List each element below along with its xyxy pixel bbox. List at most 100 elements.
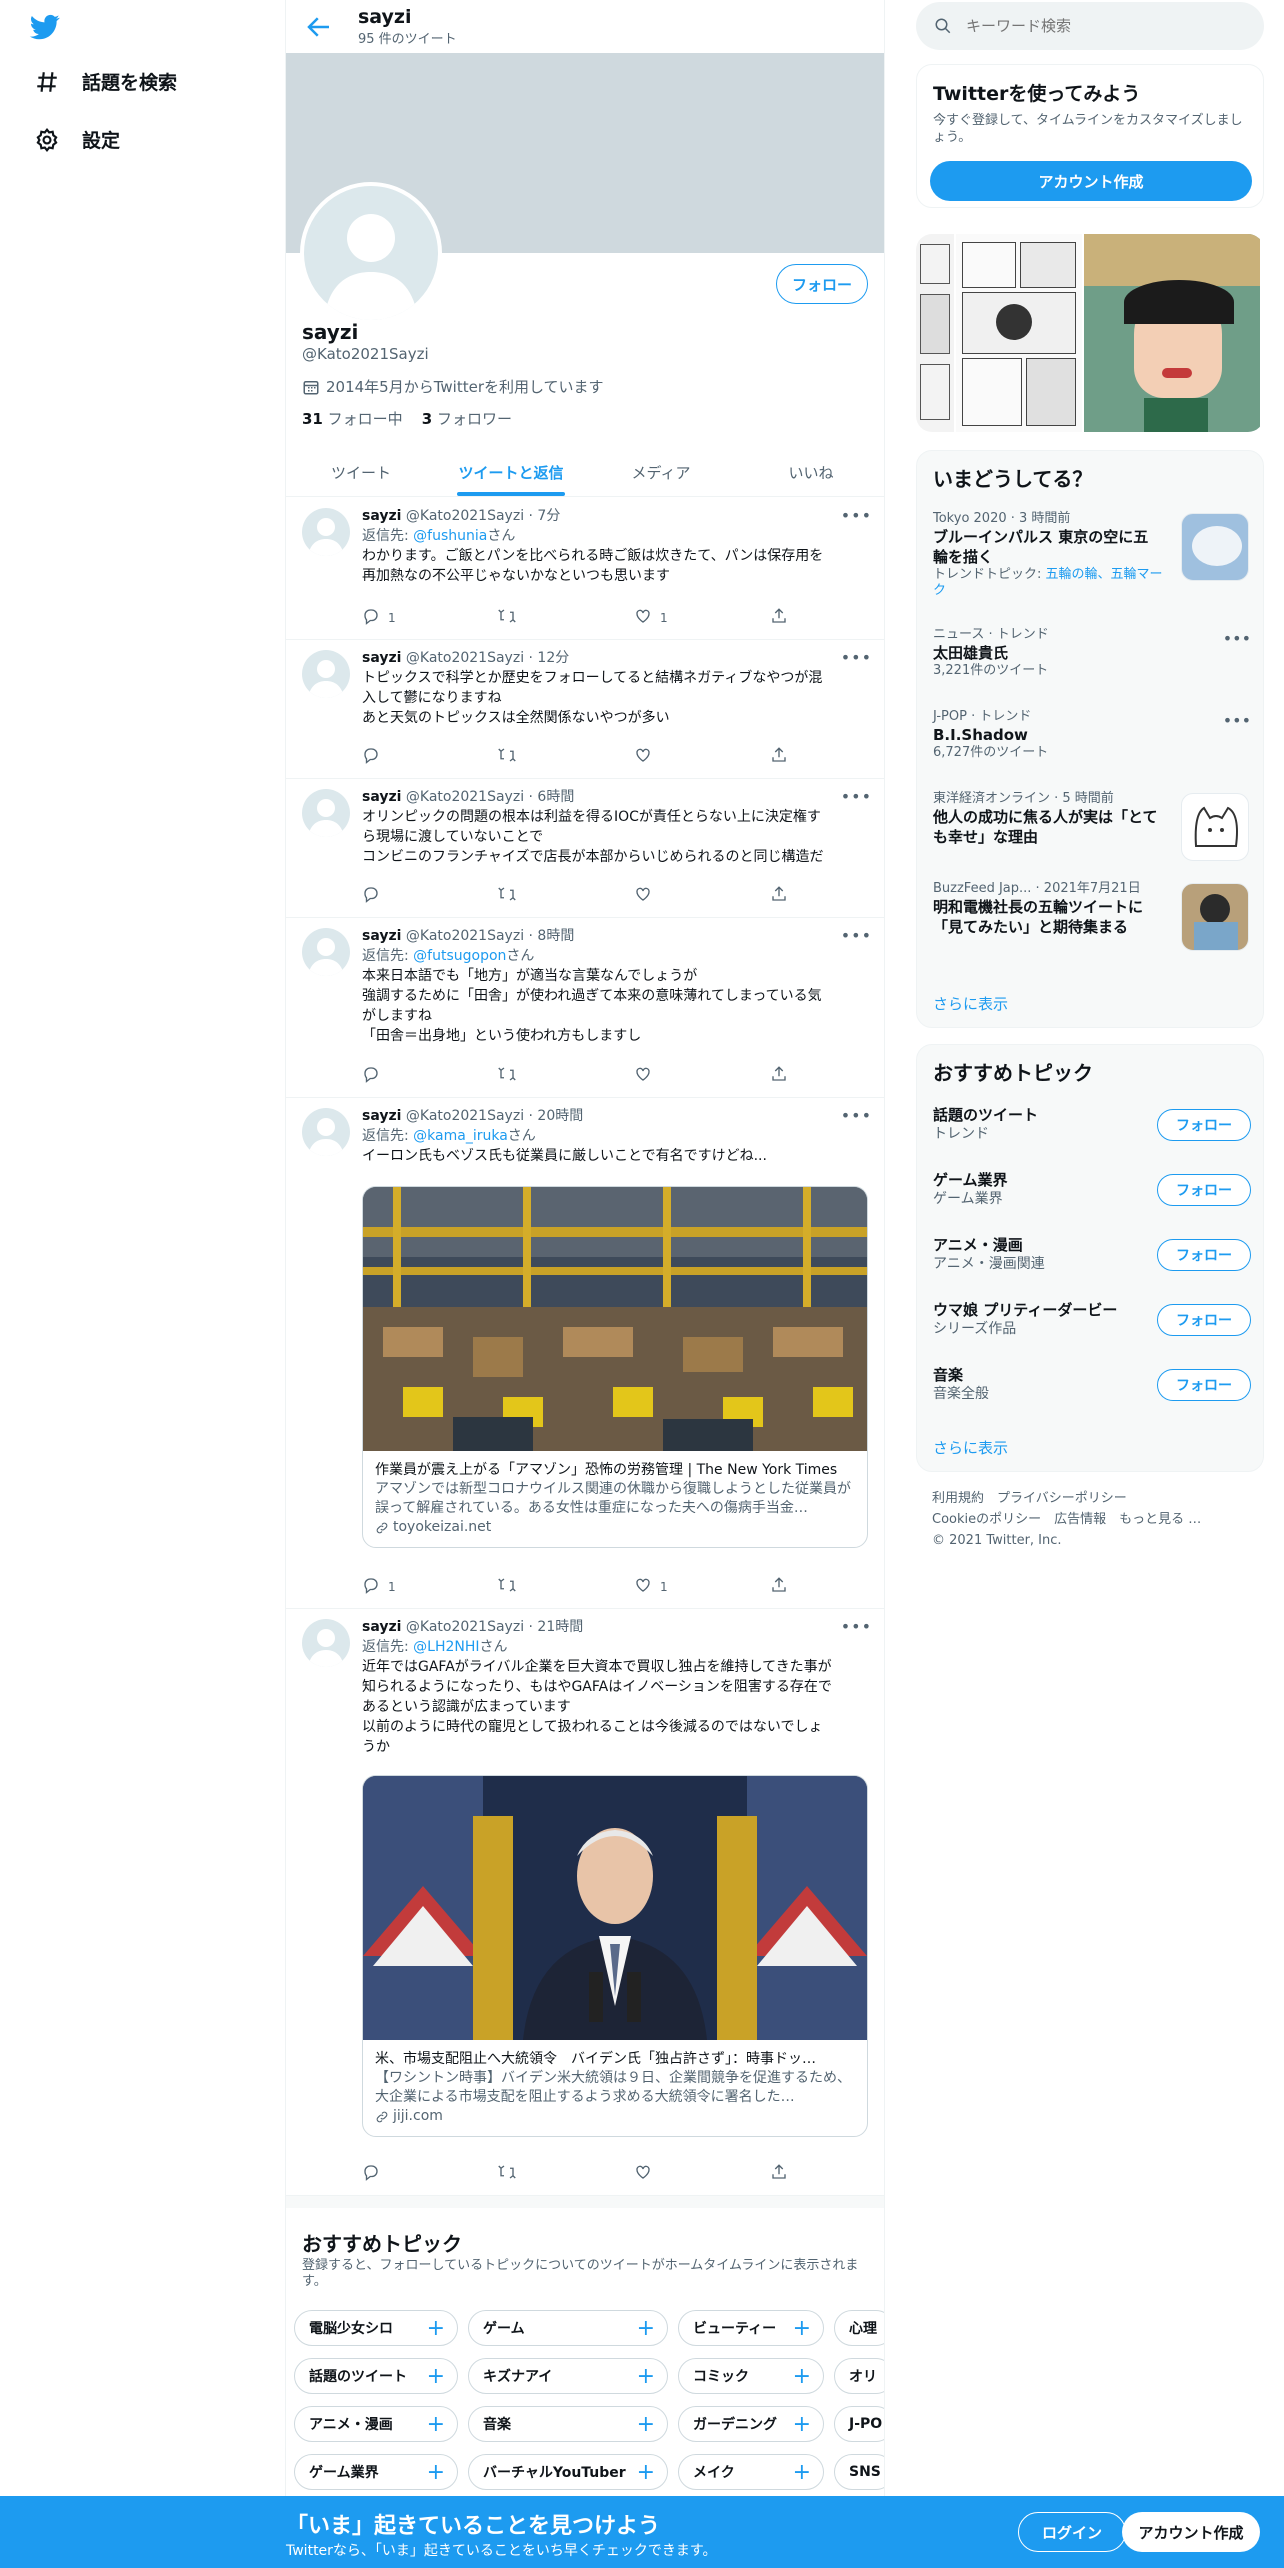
search-box[interactable] bbox=[916, 2, 1264, 50]
link-card[interactable]: 米、市場支配阻止へ大統領令 バイデン氏「独占許さず」：時事ドッ… 【ワシントン時… bbox=[362, 1775, 868, 2137]
reply-button[interactable] bbox=[362, 2163, 388, 2184]
manga-thumbnail-1[interactable] bbox=[916, 234, 954, 432]
like-button[interactable] bbox=[634, 885, 660, 906]
rec-topic-item[interactable]: ゲーム業界 ゲーム業界 フォロー bbox=[917, 1170, 1263, 1208]
reply-to-handle[interactable]: @kama_iruka bbox=[413, 1128, 508, 1144]
topic-chip[interactable]: 電脳少女シロ + bbox=[294, 2310, 458, 2346]
topic-chip[interactable]: 音楽 + bbox=[468, 2406, 668, 2442]
tweet[interactable]: sayzi @Kato2021Sayzi · 7分 ••• 返信先: @fushu… bbox=[286, 498, 884, 640]
tweet-author-name[interactable]: sayzi bbox=[362, 1108, 401, 1124]
topic-chip[interactable]: 話題のツイート + bbox=[294, 2358, 458, 2394]
tab-tweets[interactable]: ツイート bbox=[286, 448, 436, 496]
like-button[interactable] bbox=[634, 2163, 660, 2184]
topic-chip[interactable]: ガーデニング + bbox=[678, 2406, 824, 2442]
share-button[interactable] bbox=[770, 746, 788, 767]
plus-icon[interactable]: + bbox=[793, 2364, 811, 2389]
trend-item[interactable]: ニュース · トレンド 太田雄貴氏 3,221件のツイート ••• bbox=[917, 627, 1263, 679]
more-options-icon[interactable]: ••• bbox=[1223, 711, 1251, 730]
rec-topics-show-more[interactable]: さらに表示 bbox=[933, 1437, 1008, 1458]
topic-follow-button[interactable]: フォロー bbox=[1157, 1109, 1251, 1141]
rec-topic-item[interactable]: ウマ娘 プリティーダービー シリーズ作品 フォロー bbox=[917, 1300, 1263, 1338]
like-button[interactable] bbox=[634, 1065, 660, 1086]
tab-likes[interactable]: いいね bbox=[736, 448, 884, 496]
tweet-author-name[interactable]: sayzi bbox=[362, 650, 401, 666]
tweet-author-name[interactable]: sayzi bbox=[362, 789, 401, 805]
manga-thumbnail-2[interactable] bbox=[956, 234, 1082, 432]
retweet-button[interactable] bbox=[498, 746, 524, 767]
topic-chip[interactable]: ビューティー + bbox=[678, 2310, 824, 2346]
topic-follow-button[interactable]: フォロー bbox=[1157, 1174, 1251, 1206]
tweet-author-name[interactable]: sayzi bbox=[362, 1619, 401, 1635]
bottom-signup-button[interactable]: アカウント作成 bbox=[1122, 2512, 1260, 2552]
topic-chip[interactable]: 心理 bbox=[834, 2310, 884, 2346]
topic-follow-button[interactable]: フォロー bbox=[1157, 1239, 1251, 1271]
topic-chip[interactable]: ゲーム業界 + bbox=[294, 2454, 458, 2490]
rec-topic-item[interactable]: 音楽 音楽全般 フォロー bbox=[917, 1365, 1263, 1403]
plus-icon[interactable]: + bbox=[427, 2460, 445, 2485]
more-options-icon[interactable]: ••• bbox=[841, 1617, 872, 1636]
trend-item[interactable]: 東洋経済オンライン · 5 時間前 他人の成功に焦る人が実は「とても幸せ」な理由 bbox=[917, 791, 1263, 861]
follow-button[interactable]: フォロー bbox=[776, 264, 868, 304]
more-options-icon[interactable]: ••• bbox=[841, 926, 872, 945]
plus-icon[interactable]: + bbox=[793, 2316, 811, 2341]
retweet-button[interactable] bbox=[498, 1576, 524, 1597]
footer-line-2[interactable]: Cookieのポリシー 広告情報 もっと見る … bbox=[932, 1509, 1252, 1530]
topic-chip[interactable]: ゲーム + bbox=[468, 2310, 668, 2346]
footer-line-1[interactable]: 利用規約 プライバシーポリシー bbox=[932, 1488, 1252, 1509]
like-button[interactable]: 1 bbox=[634, 1576, 668, 1597]
retweet-button[interactable] bbox=[498, 885, 524, 906]
topic-chip[interactable]: コミック + bbox=[678, 2358, 824, 2394]
tweet-avatar[interactable] bbox=[302, 508, 350, 556]
tweet[interactable]: sayzi @Kato2021Sayzi · 8時間 ••• 返信先: @futs… bbox=[286, 918, 884, 1098]
topic-chip[interactable]: キズナアイ + bbox=[468, 2358, 668, 2394]
topic-chip[interactable]: アニメ・漫画 + bbox=[294, 2406, 458, 2442]
tab-tweets-and-replies[interactable]: ツイートと返信 bbox=[436, 448, 586, 496]
share-button[interactable] bbox=[770, 2163, 788, 2184]
login-button[interactable]: ログイン bbox=[1018, 2512, 1126, 2552]
topic-follow-button[interactable]: フォロー bbox=[1157, 1369, 1251, 1401]
magazine-cover-thumbnail[interactable] bbox=[1084, 234, 1260, 432]
trend-item[interactable]: BuzzFeed Jap... · 2021年7月21日 明和電機社長の五輪ツイ… bbox=[917, 881, 1263, 951]
plus-icon[interactable]: + bbox=[427, 2364, 445, 2389]
more-options-icon[interactable]: ••• bbox=[841, 787, 872, 806]
plus-icon[interactable]: + bbox=[793, 2460, 811, 2485]
topic-chip[interactable]: バーチャルYouTuber + bbox=[468, 2454, 668, 2490]
topic-chip[interactable]: J-PO bbox=[834, 2406, 884, 2442]
followers-link[interactable]: 3 フォロワー bbox=[422, 410, 512, 428]
tweet[interactable]: sayzi @Kato2021Sayzi · 12分 ••• トピックスで科学とか… bbox=[286, 640, 884, 779]
share-button[interactable] bbox=[770, 1065, 788, 1086]
tweet-author-name[interactable]: sayzi bbox=[362, 928, 401, 944]
reply-button[interactable] bbox=[362, 746, 388, 767]
tweet-avatar[interactable] bbox=[302, 1619, 350, 1667]
more-options-icon[interactable]: ••• bbox=[841, 506, 872, 525]
share-button[interactable] bbox=[770, 885, 788, 906]
search-input[interactable] bbox=[966, 17, 1246, 35]
more-options-icon[interactable]: ••• bbox=[1223, 629, 1251, 648]
topic-follow-button[interactable]: フォロー bbox=[1157, 1304, 1251, 1336]
more-options-icon[interactable]: ••• bbox=[841, 648, 872, 667]
share-button[interactable] bbox=[770, 1576, 788, 1597]
tweet-avatar[interactable] bbox=[302, 928, 350, 976]
rec-topic-item[interactable]: アニメ・漫画 アニメ・漫画関連 フォロー bbox=[917, 1235, 1263, 1273]
tweet[interactable]: sayzi @Kato2021Sayzi · 21時間 ••• 返信先: @LH2… bbox=[286, 1609, 884, 2196]
reply-to-handle[interactable]: @fushunia bbox=[413, 528, 487, 544]
reply-button[interactable] bbox=[362, 885, 388, 906]
plus-icon[interactable]: + bbox=[427, 2412, 445, 2437]
nav-settings[interactable]: 設定 bbox=[34, 126, 120, 153]
plus-icon[interactable]: + bbox=[427, 2316, 445, 2341]
plus-icon[interactable]: + bbox=[793, 2412, 811, 2437]
topic-chip[interactable]: SNS bbox=[834, 2454, 884, 2490]
like-button[interactable]: 1 bbox=[634, 607, 668, 628]
more-options-icon[interactable]: ••• bbox=[841, 1106, 872, 1125]
tweet[interactable]: sayzi @Kato2021Sayzi · 20時間 ••• 返信先: @kam… bbox=[286, 1098, 884, 1609]
like-button[interactable] bbox=[634, 746, 660, 767]
trend-item[interactable]: Tokyo 2020 · 3 時間前 ブルーインパルス 東京の空に五輪を描く ト… bbox=[917, 511, 1263, 599]
topic-chip[interactable]: オリ bbox=[834, 2358, 884, 2394]
retweet-button[interactable] bbox=[498, 2163, 524, 2184]
reply-to-handle[interactable]: @LH2NHI bbox=[413, 1639, 479, 1655]
trend-item[interactable]: J-POP · トレンド B.I.Shadow 6,727件のツイート ••• bbox=[917, 709, 1263, 761]
tab-media[interactable]: メディア bbox=[586, 448, 736, 496]
profile-avatar[interactable] bbox=[300, 182, 442, 324]
tweet[interactable]: sayzi @Kato2021Sayzi · 6時間 ••• オリンピックの問題の… bbox=[286, 779, 884, 918]
share-button[interactable] bbox=[770, 607, 788, 628]
